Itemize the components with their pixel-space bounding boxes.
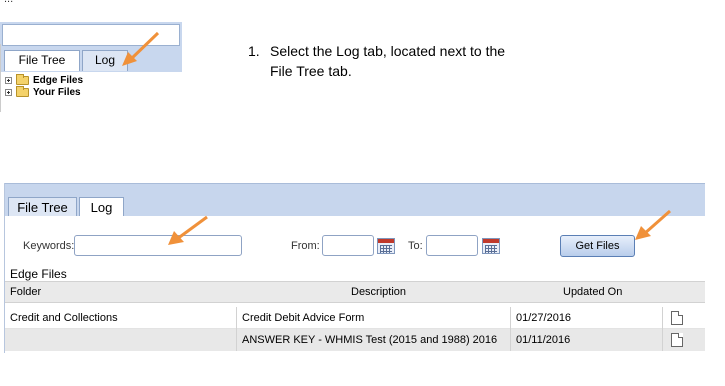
divider xyxy=(0,44,1,112)
arrow-pointer-icon xyxy=(635,209,671,240)
cell-folder: Credit and Collections xyxy=(5,307,237,329)
tab-bar: File Tree Log xyxy=(5,183,705,218)
folder-icon xyxy=(16,73,29,85)
file-tree: Edge Files Your Files xyxy=(5,73,84,98)
cell-updated: 01/27/2016 xyxy=(511,307,663,329)
tab-file-tree[interactable]: File Tree xyxy=(8,197,77,218)
cell-folder xyxy=(5,329,237,351)
arrow-pointer-icon xyxy=(168,215,208,245)
tab-log[interactable]: Log xyxy=(79,197,124,218)
document-icon[interactable] xyxy=(671,333,683,347)
document-icon[interactable] xyxy=(671,311,683,325)
column-header-updated[interactable]: Updated On xyxy=(563,286,622,298)
from-label: From: xyxy=(291,240,320,252)
log-tab-screenshot: File Tree Log Keywords: From: To: Get Fi… xyxy=(4,183,705,353)
keywords-input[interactable] xyxy=(74,235,242,256)
table-row[interactable]: ANSWER KEY - WHMIS Test (2015 and 1988) … xyxy=(5,329,705,351)
plus-expander-icon[interactable] xyxy=(5,88,12,96)
calendar-icon[interactable] xyxy=(377,238,395,254)
arrow-pointer-icon xyxy=(122,31,160,66)
column-header-description[interactable]: Description xyxy=(351,286,406,298)
cut-off-title: ... xyxy=(4,0,13,5)
calendar-icon[interactable] xyxy=(482,238,500,254)
get-files-button[interactable]: Get Files xyxy=(560,235,635,257)
from-date-input[interactable] xyxy=(322,235,374,256)
to-label: To: xyxy=(408,240,423,252)
cell-description: ANSWER KEY - WHMIS Test (2015 and 1988) … xyxy=(237,329,511,351)
folder-icon xyxy=(16,85,29,97)
tab-file-tree[interactable]: File Tree xyxy=(4,50,80,71)
step-number: 1. xyxy=(248,43,260,59)
tree-item-edge-files[interactable]: Edge Files xyxy=(5,73,84,86)
table-row[interactable]: Credit and Collections Credit Debit Advi… xyxy=(5,307,705,329)
tree-item-label: Edge Files xyxy=(33,74,84,86)
cell-description: Credit Debit Advice Form xyxy=(237,307,511,329)
to-date-input[interactable] xyxy=(426,235,478,256)
section-title: Edge Files xyxy=(10,267,67,281)
tree-item-your-files[interactable]: Your Files xyxy=(5,85,83,98)
tree-item-label: Your Files xyxy=(33,86,81,98)
table-header: Folder Description Updated On xyxy=(5,281,705,303)
column-header-folder[interactable]: Folder xyxy=(10,286,41,298)
step-text: Select the Log tab, located next to the … xyxy=(270,43,506,79)
cell-updated: 01/11/2016 xyxy=(511,329,663,351)
plus-expander-icon[interactable] xyxy=(5,76,12,84)
keywords-label: Keywords: xyxy=(23,240,75,252)
